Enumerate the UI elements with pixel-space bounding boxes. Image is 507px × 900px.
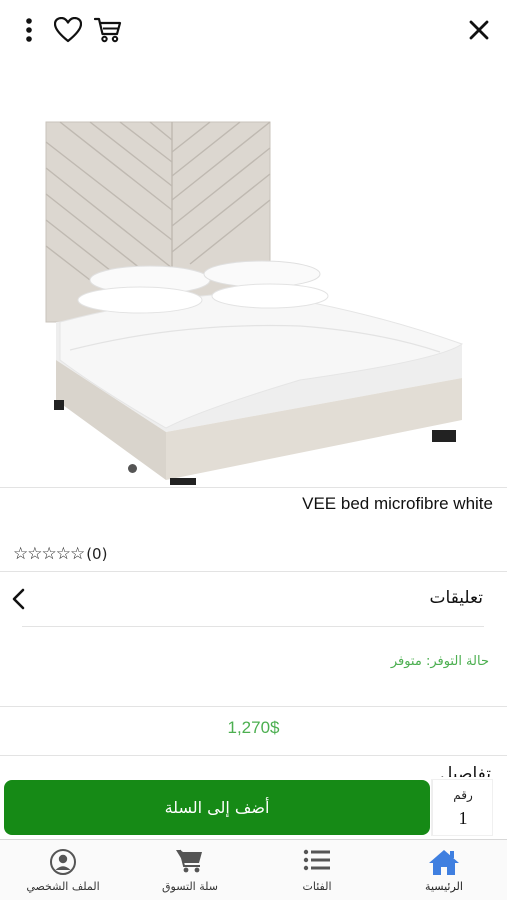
- nav-item-cart[interactable]: سلة التسوق: [127, 840, 253, 900]
- comments-row[interactable]: تعليقات: [0, 572, 507, 626]
- nav-item-categories[interactable]: الفئات: [254, 840, 380, 900]
- product-title: VEE bed microfibre white: [302, 494, 493, 513]
- cart-icon: [176, 849, 202, 873]
- close-button[interactable]: [462, 14, 496, 46]
- quantity-field[interactable]: رقم 1: [432, 780, 492, 835]
- list-icon: [303, 849, 330, 871]
- nav-label-cart: سلة التسوق: [161, 880, 218, 893]
- rating-count: (0): [86, 545, 108, 563]
- product-rating[interactable]: ☆☆☆☆☆ (0): [13, 544, 107, 564]
- nav-label-profile: الملف الشخصي: [26, 880, 100, 893]
- more-options-button[interactable]: [14, 14, 44, 46]
- nav-label-home: الرئيسية: [425, 880, 463, 893]
- divider: [0, 487, 507, 488]
- user-circle-icon: [50, 849, 76, 875]
- product-price: 1,270$: [227, 718, 280, 737]
- gallery-page-indicator[interactable]: [128, 464, 137, 473]
- add-to-cart-bar: أضف إلى السلة رقم 1: [0, 777, 507, 839]
- add-to-cart-button[interactable]: أضف إلى السلة: [4, 780, 430, 835]
- close-icon: [469, 20, 489, 40]
- favorite-button[interactable]: [52, 14, 84, 46]
- details-section-label: تفاصيل: [440, 764, 491, 778]
- nav-item-profile[interactable]: الملف الشخصي: [0, 840, 126, 900]
- quantity-label: رقم: [453, 788, 473, 802]
- divider: [0, 706, 507, 707]
- comments-label: تعليقات: [429, 588, 483, 608]
- cart-button[interactable]: [92, 14, 124, 46]
- product-image-gallery[interactable]: [0, 60, 507, 485]
- cart-icon: [94, 17, 122, 43]
- divider: [0, 755, 507, 756]
- bottom-navigation: الملف الشخصي سلة التسوق الفئات الرئيسية: [0, 839, 507, 900]
- quantity-value[interactable]: 1: [433, 808, 493, 829]
- divider: [22, 626, 484, 627]
- chevron-left-icon: [12, 588, 25, 610]
- more-vertical-icon: [26, 18, 32, 42]
- rating-stars: ☆☆☆☆☆: [13, 544, 85, 564]
- top-bar: [0, 0, 507, 60]
- nav-label-categories: الفئات: [302, 880, 332, 893]
- bed-product-image: [45, 121, 464, 485]
- home-icon: [429, 850, 459, 875]
- availability-status: حالة التوفر: متوفر: [390, 654, 489, 669]
- heart-icon: [54, 17, 82, 43]
- nav-item-home[interactable]: الرئيسية: [381, 840, 507, 900]
